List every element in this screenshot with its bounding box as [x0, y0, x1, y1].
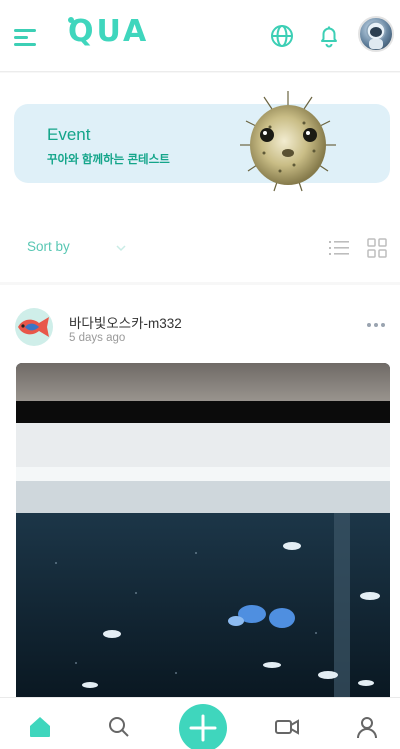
globe-icon[interactable]	[268, 22, 296, 50]
user-avatar[interactable]	[15, 308, 53, 346]
bottom-nav	[0, 697, 400, 749]
app-logo[interactable]: QUA	[68, 14, 149, 49]
fish-avatar-icon	[18, 317, 49, 337]
more-options-icon[interactable]	[366, 321, 386, 329]
sort-by-label[interactable]: Sort by	[27, 239, 70, 254]
aquarium-photo	[16, 363, 390, 697]
post-card: 바다빛오스카-m332 5 days ago	[0, 285, 400, 697]
event-title: Event	[47, 125, 91, 144]
search-icon[interactable]	[106, 714, 132, 740]
post-username[interactable]: 바다빛오스카-m332	[69, 312, 182, 332]
astronaut-icon	[366, 21, 386, 49]
post-timestamp: 5 days ago	[69, 332, 126, 344]
event-subtitle: 꾸아와 함께하는 콘테스트	[47, 154, 170, 166]
top-header: QUA	[0, 0, 400, 72]
bell-icon[interactable]	[315, 22, 343, 50]
chevron-down-icon[interactable]	[114, 241, 128, 255]
video-icon[interactable]	[274, 714, 300, 740]
pufferfish-image	[240, 91, 336, 192]
list-view-icon[interactable]	[328, 237, 350, 259]
app-root: QUA Event 꾸아와 함께하는 콘테스트 Sort by 바다빛오스카-m…	[0, 0, 400, 749]
avatar[interactable]	[358, 16, 394, 52]
grid-view-icon[interactable]	[366, 237, 388, 259]
profile-icon[interactable]	[354, 714, 380, 740]
add-icon	[189, 714, 217, 742]
home-icon[interactable]	[27, 714, 53, 740]
menu-icon[interactable]	[12, 23, 38, 49]
add-post-button[interactable]	[179, 704, 227, 749]
feed-controls: Event 꾸아와 함께하는 콘테스트 Sort by	[0, 73, 400, 282]
post-image[interactable]	[16, 363, 390, 697]
